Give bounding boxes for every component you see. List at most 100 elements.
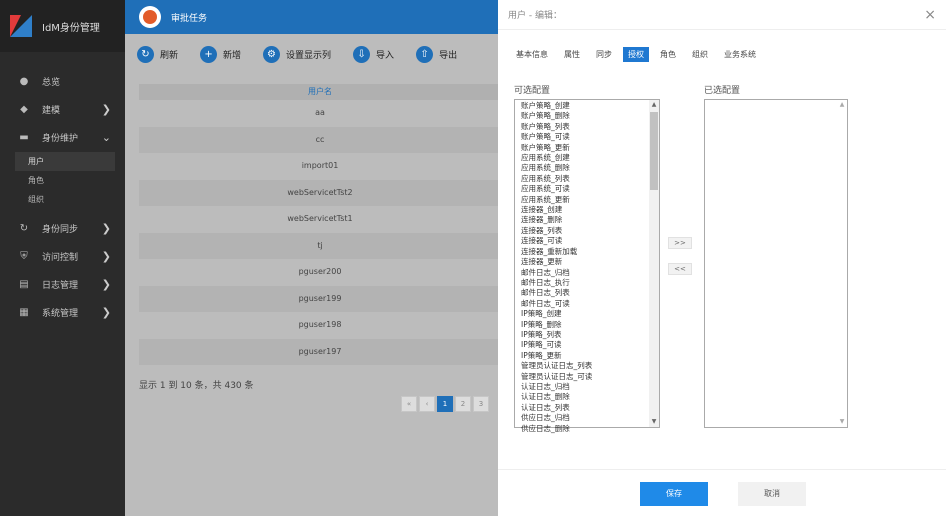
toolbar: ↻ 刷新 + 新增 ⚙ 设置显示列 ⇩ 导入 ⇧ 导出 xyxy=(137,46,479,63)
cancel-button[interactable]: 取消 xyxy=(738,482,806,506)
scroll-thumb[interactable] xyxy=(650,112,658,190)
list-item[interactable]: 连接器_列表 xyxy=(521,226,643,236)
list-item[interactable]: 邮件日志_归档 xyxy=(521,268,643,278)
table-row[interactable]: pguser200 xyxy=(139,259,501,286)
tab-business-systems[interactable]: 业务系统 xyxy=(724,47,756,62)
save-button[interactable]: 保存 xyxy=(640,482,708,506)
list-item[interactable]: 认证日志_列表 xyxy=(521,403,643,413)
edit-user-modal: 用户 - 编辑： × 基本信息 属性 同步 授权 角色 组织 业务系统 可选配置… xyxy=(498,0,946,516)
page-button[interactable]: 3 xyxy=(473,396,489,412)
list-item[interactable]: IP策略_可读 xyxy=(521,340,643,350)
table-row[interactable]: pguser197 xyxy=(139,338,501,365)
list-item[interactable]: 应用系统_创建 xyxy=(521,153,643,163)
list-item[interactable]: 管理员认证日志_可读 xyxy=(521,372,643,382)
import-button[interactable]: ⇩ 导入 xyxy=(353,46,394,63)
list-item[interactable]: 连接器_删除 xyxy=(521,215,643,225)
tab-roles[interactable]: 角色 xyxy=(660,47,676,62)
tab-sync[interactable]: 同步 xyxy=(596,47,612,62)
plus-icon: + xyxy=(200,46,218,63)
tab-attributes[interactable]: 属性 xyxy=(564,47,580,62)
list-item[interactable]: 账户策略_更新 xyxy=(521,143,643,153)
scrollbar[interactable]: ▲ ▼ xyxy=(837,100,847,427)
sidebar-item-overview[interactable]: ● 总览 xyxy=(0,68,125,94)
list-item[interactable]: 认证日志_归档 xyxy=(521,382,643,392)
chevron-right-icon: ❯ xyxy=(101,277,111,291)
scroll-up-icon[interactable]: ▲ xyxy=(837,100,847,110)
first-page-button[interactable]: « xyxy=(401,396,417,412)
export-button[interactable]: ⇧ 导出 xyxy=(416,46,457,63)
modal-header: 用户 - 编辑： × xyxy=(498,0,946,30)
list-item[interactable]: 供应日志_删除 xyxy=(521,424,643,434)
sidebar-item-system[interactable]: ▦ 系统管理 ❯ xyxy=(0,299,125,325)
sidebar-item-access[interactable]: ⛨ 访问控制 ❯ xyxy=(0,243,125,269)
page-button[interactable]: 1 xyxy=(437,396,453,412)
button-label: 导出 xyxy=(439,51,458,61)
add-button[interactable]: + 新增 xyxy=(200,46,241,63)
list-item[interactable]: 应用系统_可读 xyxy=(521,184,643,194)
list-item[interactable]: 连接器_重新加载 xyxy=(521,247,643,257)
page-button[interactable]: 2 xyxy=(455,396,471,412)
list-item[interactable]: IP策略_创建 xyxy=(521,309,643,319)
list-item[interactable]: 应用系统_删除 xyxy=(521,163,643,173)
chevron-right-icon: ❯ xyxy=(101,249,111,263)
list-item[interactable]: 连接器_可读 xyxy=(521,236,643,246)
scroll-down-icon[interactable]: ▼ xyxy=(837,417,847,427)
app-title: IdM身份管理 xyxy=(42,22,100,34)
move-left-button[interactable]: << xyxy=(668,263,692,275)
list-item[interactable]: 邮件日志_执行 xyxy=(521,278,643,288)
list-item[interactable]: 账户策略_可读 xyxy=(521,132,643,142)
brand: IdM身份管理 xyxy=(0,0,125,52)
sidebar-item-label: 系统管理 xyxy=(42,308,79,319)
sidebar-item-logs[interactable]: ▤ 日志管理 ❯ xyxy=(0,271,125,297)
sidebar-subitem-roles[interactable]: 角色 xyxy=(0,171,125,190)
list-item[interactable]: IP策略_列表 xyxy=(521,330,643,340)
scrollbar[interactable]: ▲ ▼ xyxy=(649,100,659,427)
list-item[interactable]: 认证日志_删除 xyxy=(521,392,643,402)
sidebar-item-sync[interactable]: ↻ 身份同步 ❯ xyxy=(0,215,125,241)
list-item[interactable]: IP策略_更新 xyxy=(521,351,643,361)
close-icon[interactable]: × xyxy=(924,7,936,23)
list-item[interactable]: 邮件日志_列表 xyxy=(521,288,643,298)
list-item[interactable]: 账户策略_删除 xyxy=(521,111,643,121)
refresh-button[interactable]: ↻ 刷新 xyxy=(137,46,178,63)
list-item[interactable]: 管理员认证日志_列表 xyxy=(521,361,643,371)
list-item[interactable]: 应用系统_列表 xyxy=(521,174,643,184)
table-row[interactable]: cc xyxy=(139,126,501,153)
sidebar-item-modeling[interactable]: ◆ 建模 ❯ xyxy=(0,96,125,122)
scroll-up-icon[interactable]: ▲ xyxy=(649,100,659,110)
column-header-username[interactable]: 用户名 xyxy=(139,84,501,100)
table-row[interactable]: webServicetTst1 xyxy=(139,206,501,233)
list-item[interactable]: IP策略_删除 xyxy=(521,320,643,330)
scroll-down-icon[interactable]: ▼ xyxy=(649,417,659,427)
tab-organization[interactable]: 组织 xyxy=(692,47,708,62)
tab-basic-info[interactable]: 基本信息 xyxy=(516,47,548,62)
approval-tasks-link[interactable]: 审批任务 xyxy=(171,11,207,24)
table-row[interactable]: pguser198 xyxy=(139,312,501,339)
list-item[interactable]: 邮件日志_可读 xyxy=(521,299,643,309)
list-item[interactable]: 连接器_更新 xyxy=(521,257,643,267)
move-right-button[interactable]: >> xyxy=(668,237,692,249)
list-item[interactable]: 应用系统_更新 xyxy=(521,195,643,205)
table-row[interactable]: tj xyxy=(139,232,501,259)
prev-page-button[interactable]: ‹ xyxy=(419,396,435,412)
sidebar-item-identity[interactable]: ▬ 身份维护 ⌄ xyxy=(0,124,125,150)
sidebar-subitem-orgs[interactable]: 组织 xyxy=(0,190,125,209)
sidebar-subitem-users[interactable]: 用户 xyxy=(15,152,115,171)
table-row[interactable]: aa xyxy=(139,100,501,127)
pagination-info: 显示 1 到 10 条，共 430 条 xyxy=(139,381,254,391)
task-icon[interactable] xyxy=(139,6,161,28)
list-item[interactable]: 供应日志_归档 xyxy=(521,413,643,423)
modal-title: 用户 - 编辑： xyxy=(508,11,562,21)
table-row[interactable]: pguser199 xyxy=(139,285,501,312)
tab-authorization[interactable]: 授权 xyxy=(623,47,649,62)
list-item[interactable]: 账户策略_列表 xyxy=(521,122,643,132)
list-item[interactable]: 连接器_创建 xyxy=(521,205,643,215)
table-row[interactable]: import01 xyxy=(139,153,501,180)
table-row[interactable]: webServicetTst2 xyxy=(139,179,501,206)
list-item[interactable]: 账户策略_创建 xyxy=(521,101,643,111)
selected-list[interactable]: ▲ ▼ xyxy=(704,99,848,428)
columns-button[interactable]: ⚙ 设置显示列 xyxy=(263,46,331,63)
chevron-down-icon: ⌄ xyxy=(101,130,111,144)
available-list[interactable]: 账户策略_创建 账户策略_删除 账户策略_列表 账户策略_可读 账户策略_更新 应用系统_… xyxy=(514,99,660,433)
sidebar-item-label: 建模 xyxy=(42,105,61,116)
